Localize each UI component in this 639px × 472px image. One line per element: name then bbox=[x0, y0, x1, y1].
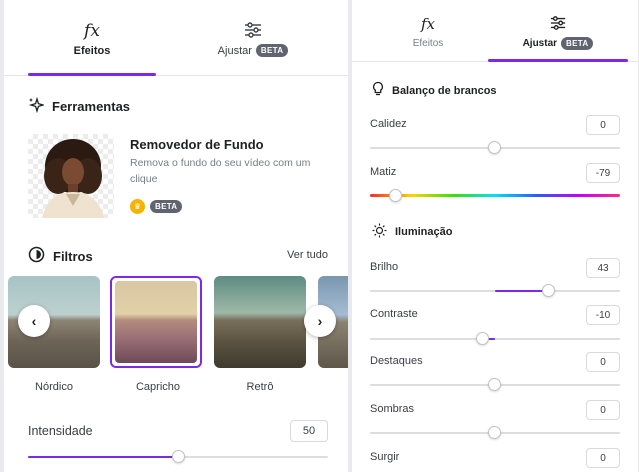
filters-next-button[interactable]: › bbox=[304, 305, 336, 337]
contrast-value-input[interactable]: -10 bbox=[586, 305, 620, 325]
sun-icon bbox=[372, 223, 387, 241]
tint-hue-track[interactable] bbox=[370, 194, 620, 197]
shadows-slider-handle[interactable] bbox=[488, 426, 501, 439]
filters-icon bbox=[28, 246, 45, 266]
highlights-value-input[interactable]: 0 bbox=[586, 352, 620, 372]
contrast-label: Contraste bbox=[370, 308, 418, 320]
sparkle-icon bbox=[28, 96, 46, 116]
fx-icon: fx bbox=[420, 15, 435, 33]
filter-name: Nórdico bbox=[35, 381, 73, 393]
panel-tabs: fx Efeitos Ajustar BETA bbox=[4, 0, 348, 76]
tool-description: Remova o fundo do seu vídeo com um cliqu… bbox=[130, 157, 311, 185]
effects-panel: fx Efeitos Ajustar BETA Ferramentas Remo… bbox=[4, 0, 348, 472]
tab-adjust[interactable]: Ajustar BETA bbox=[488, 0, 628, 62]
intensity-fill bbox=[28, 456, 178, 458]
filters-section-title: Filtros bbox=[28, 246, 93, 266]
tab-effects[interactable]: fx Efeitos bbox=[372, 0, 484, 62]
tab-adjust[interactable]: Ajustar BETA bbox=[188, 0, 318, 76]
brightness-slider-handle[interactable] bbox=[542, 284, 555, 297]
highlights-slider-handle[interactable] bbox=[488, 378, 501, 391]
white-balance-section-title: Balanço de brancos bbox=[372, 81, 497, 100]
tint-label: Matiz bbox=[370, 166, 397, 178]
tab-effects[interactable]: fx Efeitos bbox=[28, 0, 156, 76]
brightness-fill bbox=[495, 290, 549, 292]
filter-name: Capricho bbox=[135, 381, 181, 393]
intensity-label: Intensidade bbox=[28, 424, 93, 438]
sliders-icon bbox=[549, 12, 567, 34]
intensity-value-input[interactable]: 50 bbox=[290, 420, 328, 442]
brightness-value-input[interactable]: 43 bbox=[586, 258, 620, 278]
lighting-section-title: Iluminação bbox=[372, 223, 452, 241]
tool-title[interactable]: Removedor de Fundo bbox=[130, 137, 264, 152]
active-tab-indicator bbox=[488, 59, 628, 62]
filters-prev-button[interactable]: ‹ bbox=[18, 305, 50, 337]
lightbulb-icon bbox=[372, 81, 384, 100]
beta-badge: BETA bbox=[255, 44, 289, 57]
active-tab-indicator bbox=[28, 73, 156, 76]
tool-badges: ♛ BETA bbox=[130, 199, 183, 214]
intensity-slider-handle[interactable] bbox=[172, 450, 185, 463]
surge-value-input[interactable]: 0 bbox=[586, 448, 620, 468]
crown-icon: ♛ bbox=[130, 199, 145, 214]
warmth-slider-handle[interactable] bbox=[488, 141, 501, 154]
warmth-value-input[interactable]: 0 bbox=[586, 115, 620, 135]
tab-effects-label: Efeitos bbox=[73, 44, 111, 57]
brightness-label: Brilho bbox=[370, 261, 399, 273]
tint-value-input[interactable]: -79 bbox=[586, 163, 620, 183]
surge-label: Surgir bbox=[370, 451, 400, 463]
background-remover-thumbnail[interactable] bbox=[28, 134, 114, 218]
tint-slider-handle[interactable] bbox=[389, 189, 402, 202]
panel-tabs: fx Efeitos Ajustar BETA bbox=[352, 0, 638, 62]
shadows-label: Sombras bbox=[370, 403, 415, 415]
highlights-label: Destaques bbox=[370, 355, 423, 367]
tab-effects-label: Efeitos bbox=[412, 38, 444, 49]
beta-badge: BETA bbox=[561, 37, 594, 50]
tools-section-title: Ferramentas bbox=[28, 96, 130, 116]
warmth-label: Calidez bbox=[370, 118, 407, 130]
beta-badge: BETA bbox=[150, 200, 183, 213]
contrast-track[interactable] bbox=[370, 338, 620, 340]
adjust-panel: fx Efeitos Ajustar BETA Balanço de branc… bbox=[352, 0, 638, 472]
fx-icon: fx bbox=[84, 20, 100, 41]
filter-retro-thumb[interactable] bbox=[214, 276, 306, 368]
filter-capricho-thumb[interactable] bbox=[110, 276, 202, 368]
shadows-value-input[interactable]: 0 bbox=[586, 400, 620, 420]
tab-adjust-label: Ajustar bbox=[522, 38, 558, 49]
contrast-slider-handle[interactable] bbox=[476, 332, 489, 345]
tab-adjust-label: Ajustar bbox=[217, 44, 252, 57]
filter-name: Retrô bbox=[246, 381, 274, 393]
sliders-icon bbox=[243, 19, 263, 41]
see-all-link[interactable]: Ver tudo bbox=[287, 249, 328, 261]
